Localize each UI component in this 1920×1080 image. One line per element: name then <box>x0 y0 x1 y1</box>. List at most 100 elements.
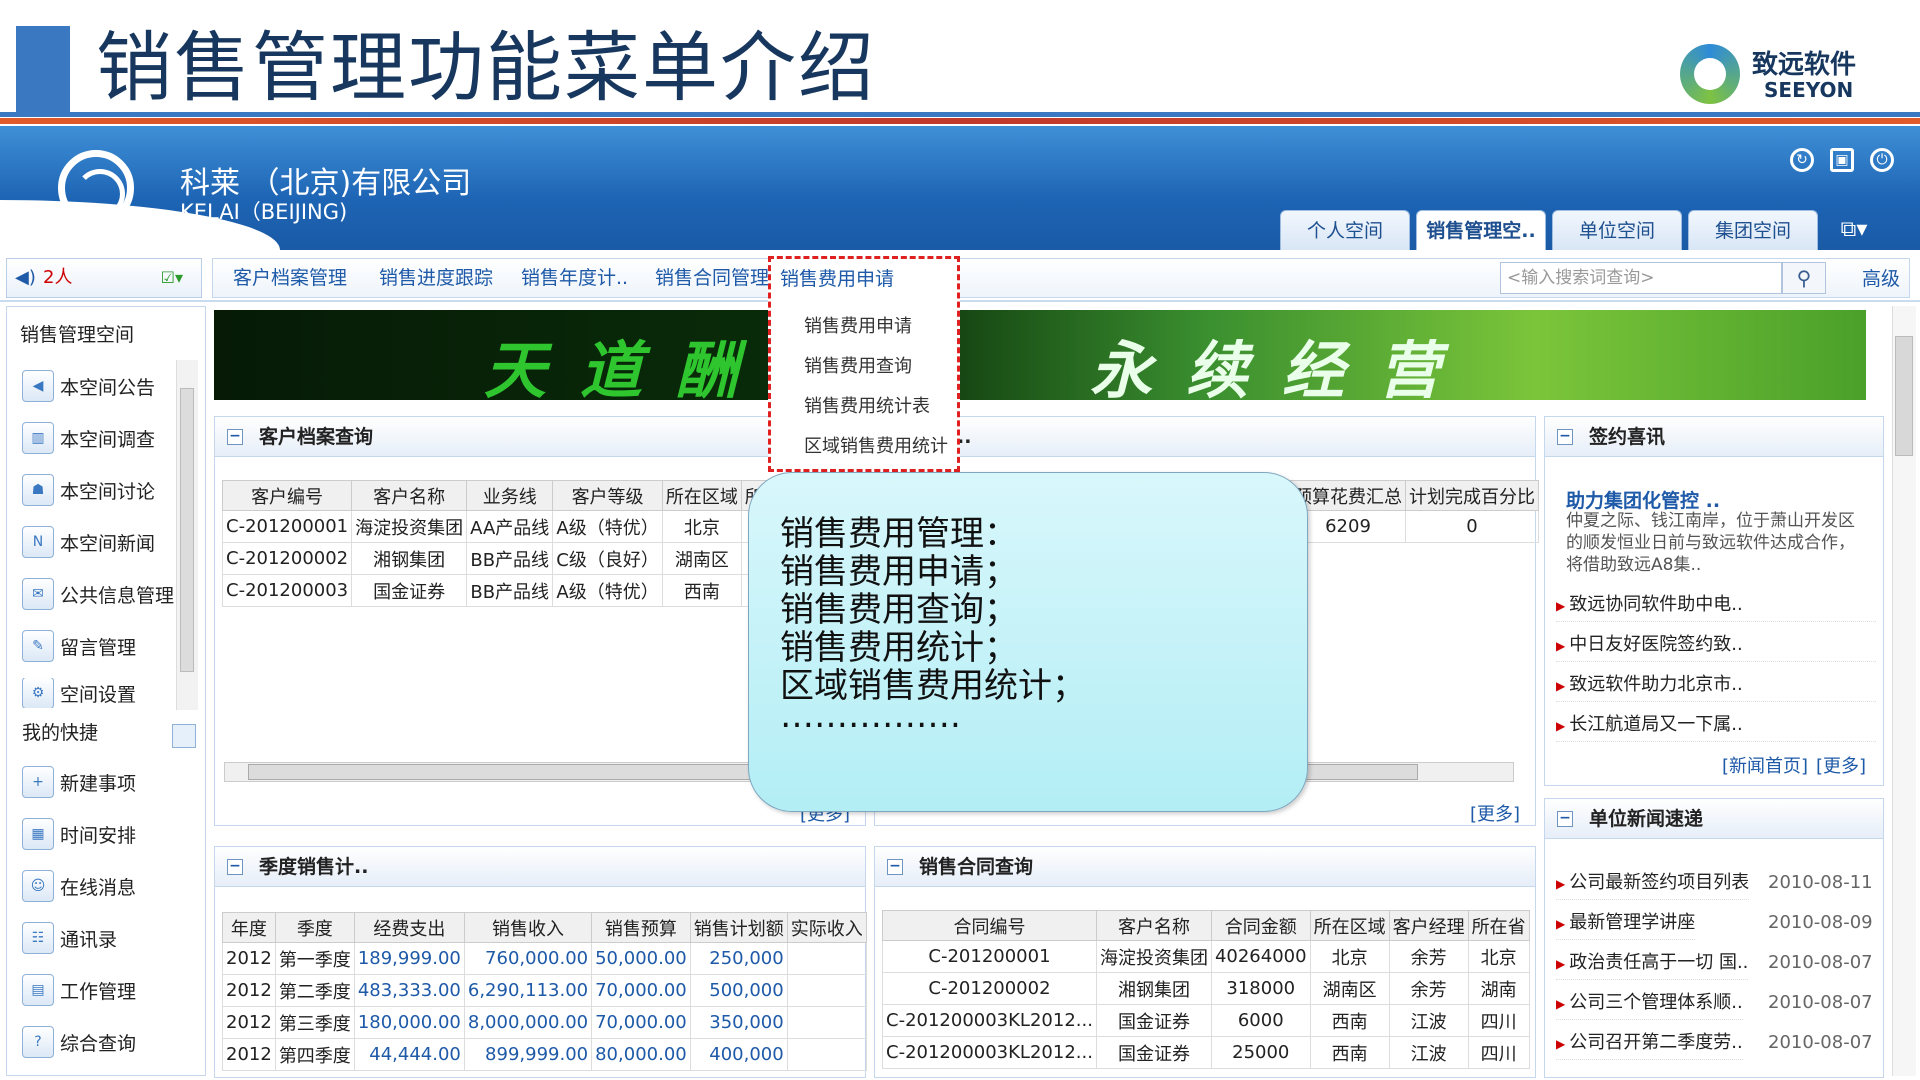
news-item[interactable]: ▶ 致远软件助力北京市.. <box>1556 668 1876 702</box>
logout-icon[interactable]: ⏻ <box>1870 148 1894 172</box>
tab-unit-space[interactable]: 单位空间 <box>1552 210 1682 250</box>
tab-personal-space[interactable]: 个人空间 <box>1280 210 1410 250</box>
column-header[interactable]: 业务线 <box>466 480 554 511</box>
unit-news-item[interactable]: ▶ 最新管理学讲座 <box>1556 906 1696 940</box>
news-more-link[interactable]: [更多] <box>1816 752 1866 778</box>
company-logo-icon <box>58 150 134 226</box>
refresh-icon[interactable]: ↻ <box>1790 148 1814 172</box>
news-item[interactable]: ▶ 致远协同软件助中电.. <box>1556 588 1876 622</box>
table-row[interactable]: C-201200003 国金证券 BB产品线 A级（特优） 西南 四川 <box>221 574 803 607</box>
sidebar-item-settings[interactable]: ⚙ 空间设置 <box>22 678 136 708</box>
menu-sales-annual[interactable]: 销售年度计.. <box>521 259 628 297</box>
column-header[interactable]: 季度 <box>274 912 355 943</box>
sidebar-item-discussion[interactable]: ☗ 本空间讨论 <box>22 470 155 510</box>
unit-news-title: 最新管理学讲座 <box>1569 912 1696 933</box>
column-header[interactable]: 预算花费汇总 <box>1290 480 1406 511</box>
dropdown-item-query[interactable]: 销售费用查询 <box>804 348 912 386</box>
quick-new-item[interactable]: + 新建事项 <box>22 762 136 802</box>
status-icon[interactable]: ☑▾ <box>161 259 183 297</box>
column-header[interactable]: 经费支出 <box>353 912 465 943</box>
collapse-icon[interactable]: − <box>227 429 243 445</box>
tab-group-space[interactable]: 集团空间 <box>1688 210 1818 250</box>
column-header[interactable]: 年度 <box>222 912 276 943</box>
column-header[interactable]: 合同金额 <box>1210 910 1311 941</box>
sidebar-scroll-thumb[interactable] <box>180 388 194 672</box>
table-row[interactable]: 2012 第二季度 483,333.00 6,290,113.00 70,000… <box>222 974 867 1007</box>
column-header[interactable]: 计划完成百分比 <box>1405 480 1539 511</box>
table-row[interactable]: C-201200003KL2012... 国金证券 6000 西南 江波 四川 <box>882 1004 1530 1037</box>
sidebar-item-survey[interactable]: ▥ 本空间调查 <box>22 418 155 458</box>
tab-sales-space[interactable]: 销售管理空.. <box>1416 210 1546 250</box>
bullet-icon: ▶ <box>1556 719 1566 733</box>
query-icon: ? <box>22 1026 54 1058</box>
news-lead-title[interactable]: 助力集团化管控 .. <box>1566 486 1720 513</box>
window-icon[interactable]: ▣ <box>1830 148 1854 172</box>
table-cell: 318000 <box>1210 972 1311 1005</box>
table-row[interactable]: 2012 第一季度 189,999.00 760,000.00 50,000.0… <box>222 942 867 975</box>
unit-news-item[interactable]: ▶ 政治责任高于一切 国.. <box>1556 946 1749 980</box>
column-header[interactable]: 所在区域 <box>661 480 742 511</box>
table-cell: 400,000 <box>689 1038 788 1071</box>
quick-schedule[interactable]: ▦ 时间安排 <box>22 814 136 854</box>
column-header[interactable]: 合同编号 <box>882 910 1097 941</box>
column-header[interactable]: 客户名称 <box>1095 910 1212 941</box>
column-header[interactable]: 实际收入 <box>786 912 867 943</box>
unit-news-item[interactable]: ▶ 公司三个管理体系顺.. <box>1556 986 1743 1020</box>
table-cell: C-201200003 <box>221 574 353 607</box>
table-row[interactable]: 6209 0 <box>1290 510 1539 543</box>
advanced-search-link[interactable]: 高级 <box>1862 264 1900 291</box>
speaker-icon: ◀) <box>15 267 36 288</box>
menu-sales-contract[interactable]: 销售合同管理 <box>655 259 769 297</box>
search-input[interactable]: <输入搜索词查询> <box>1500 262 1782 294</box>
quick-settings-icon[interactable] <box>172 724 196 748</box>
dropdown-item-region-stats[interactable]: 区域销售费用统计 <box>804 428 948 466</box>
column-header[interactable]: 销售计划额 <box>689 912 788 943</box>
column-header[interactable]: 客户编号 <box>221 480 353 511</box>
sidebar-item-messages[interactable]: ✎ 留言管理 <box>22 626 136 666</box>
dropdown-item-apply[interactable]: 销售费用申请 <box>804 308 912 346</box>
collapse-icon[interactable]: − <box>887 859 903 875</box>
quick-query[interactable]: ? 综合查询 <box>22 1022 136 1062</box>
table-row[interactable]: C-201200001 海淀投资集团 40264000 北京 余芳 北京 <box>882 940 1530 973</box>
news-item[interactable]: ▶ 长江航道局又一下属.. <box>1556 708 1876 742</box>
table-row[interactable]: C-201200002 湘钢集团 318000 湖南区 余芳 湖南 <box>882 972 1530 1005</box>
page-scroll-thumb[interactable] <box>1895 336 1913 456</box>
annual-more-link[interactable]: [更多] <box>1470 800 1520 826</box>
menu-sales-expense[interactable]: 销售费用申请 <box>780 262 894 296</box>
column-header[interactable]: 销售收入 <box>463 912 593 943</box>
column-header[interactable]: 客户经理 <box>1388 910 1469 941</box>
quick-contacts[interactable]: ☷ 通讯录 <box>22 918 117 958</box>
news-home-link[interactable]: [新闻首页] <box>1722 752 1808 778</box>
sidebar-item-news[interactable]: N 本空间新闻 <box>22 522 155 562</box>
quick-work-management[interactable]: ▤ 工作管理 <box>22 970 136 1010</box>
collapse-icon[interactable]: − <box>1557 811 1573 827</box>
table-row[interactable]: C-201200003KL2012... 国金证券 25000 西南 江波 四川 <box>882 1036 1530 1069</box>
column-header[interactable]: 客户名称 <box>351 480 468 511</box>
collapse-icon[interactable]: − <box>227 859 243 875</box>
unit-news-item[interactable]: ▶ 公司最新签约项目列表 <box>1556 866 1750 900</box>
quick-online-message[interactable]: ☺ 在线消息 <box>22 866 136 906</box>
table-row[interactable]: C-201200001 海淀投资集团 AA产品线 A级（特优） 北京 北京 <box>221 510 803 543</box>
column-header[interactable]: 所在区域 <box>1309 910 1390 941</box>
table-cell: 西南 <box>1309 1004 1390 1037</box>
sidebar-item-public-info[interactable]: ✉ 公共信息管理 <box>22 574 174 614</box>
table-row[interactable]: C-201200002 湘钢集团 BB产品线 C级（良好） 湖南区 湖南 <box>221 542 803 575</box>
sidebar-item-announcement[interactable]: ◀ 本空间公告 <box>22 366 155 406</box>
news-item[interactable]: ▶ 中日友好医院签约致.. <box>1556 628 1876 662</box>
seeyon-logo-icon <box>1680 44 1740 104</box>
news-item-title: 长江航道局又一下属.. <box>1569 714 1743 735</box>
online-users[interactable]: ◀) 2人 ☑▾ <box>6 258 202 298</box>
more-spaces-icon[interactable]: ⧉▾ <box>1824 210 1884 250</box>
column-header[interactable]: 客户等级 <box>552 480 663 511</box>
unit-news-item[interactable]: ▶ 公司召开第二季度劳.. <box>1556 1026 1743 1060</box>
menu-customer-archive[interactable]: 客户档案管理 <box>233 259 347 297</box>
table-row[interactable]: 2012 第四季度 44,444.00 899,999.00 80,000.00… <box>222 1038 867 1071</box>
table-row[interactable]: 2012 第三季度 180,000.00 8,000,000.00 70,000… <box>222 1006 867 1039</box>
dropdown-item-stats[interactable]: 销售费用统计表 <box>804 388 930 426</box>
column-header[interactable]: 销售预算 <box>591 912 691 943</box>
search-icon[interactable]: ⚲ <box>1782 262 1826 294</box>
table-cell: C-201200001 <box>221 510 353 543</box>
menu-sales-progress[interactable]: 销售进度跟踪 <box>379 259 493 297</box>
collapse-icon[interactable]: − <box>1557 429 1573 445</box>
column-header[interactable]: 所在省 <box>1467 910 1530 941</box>
